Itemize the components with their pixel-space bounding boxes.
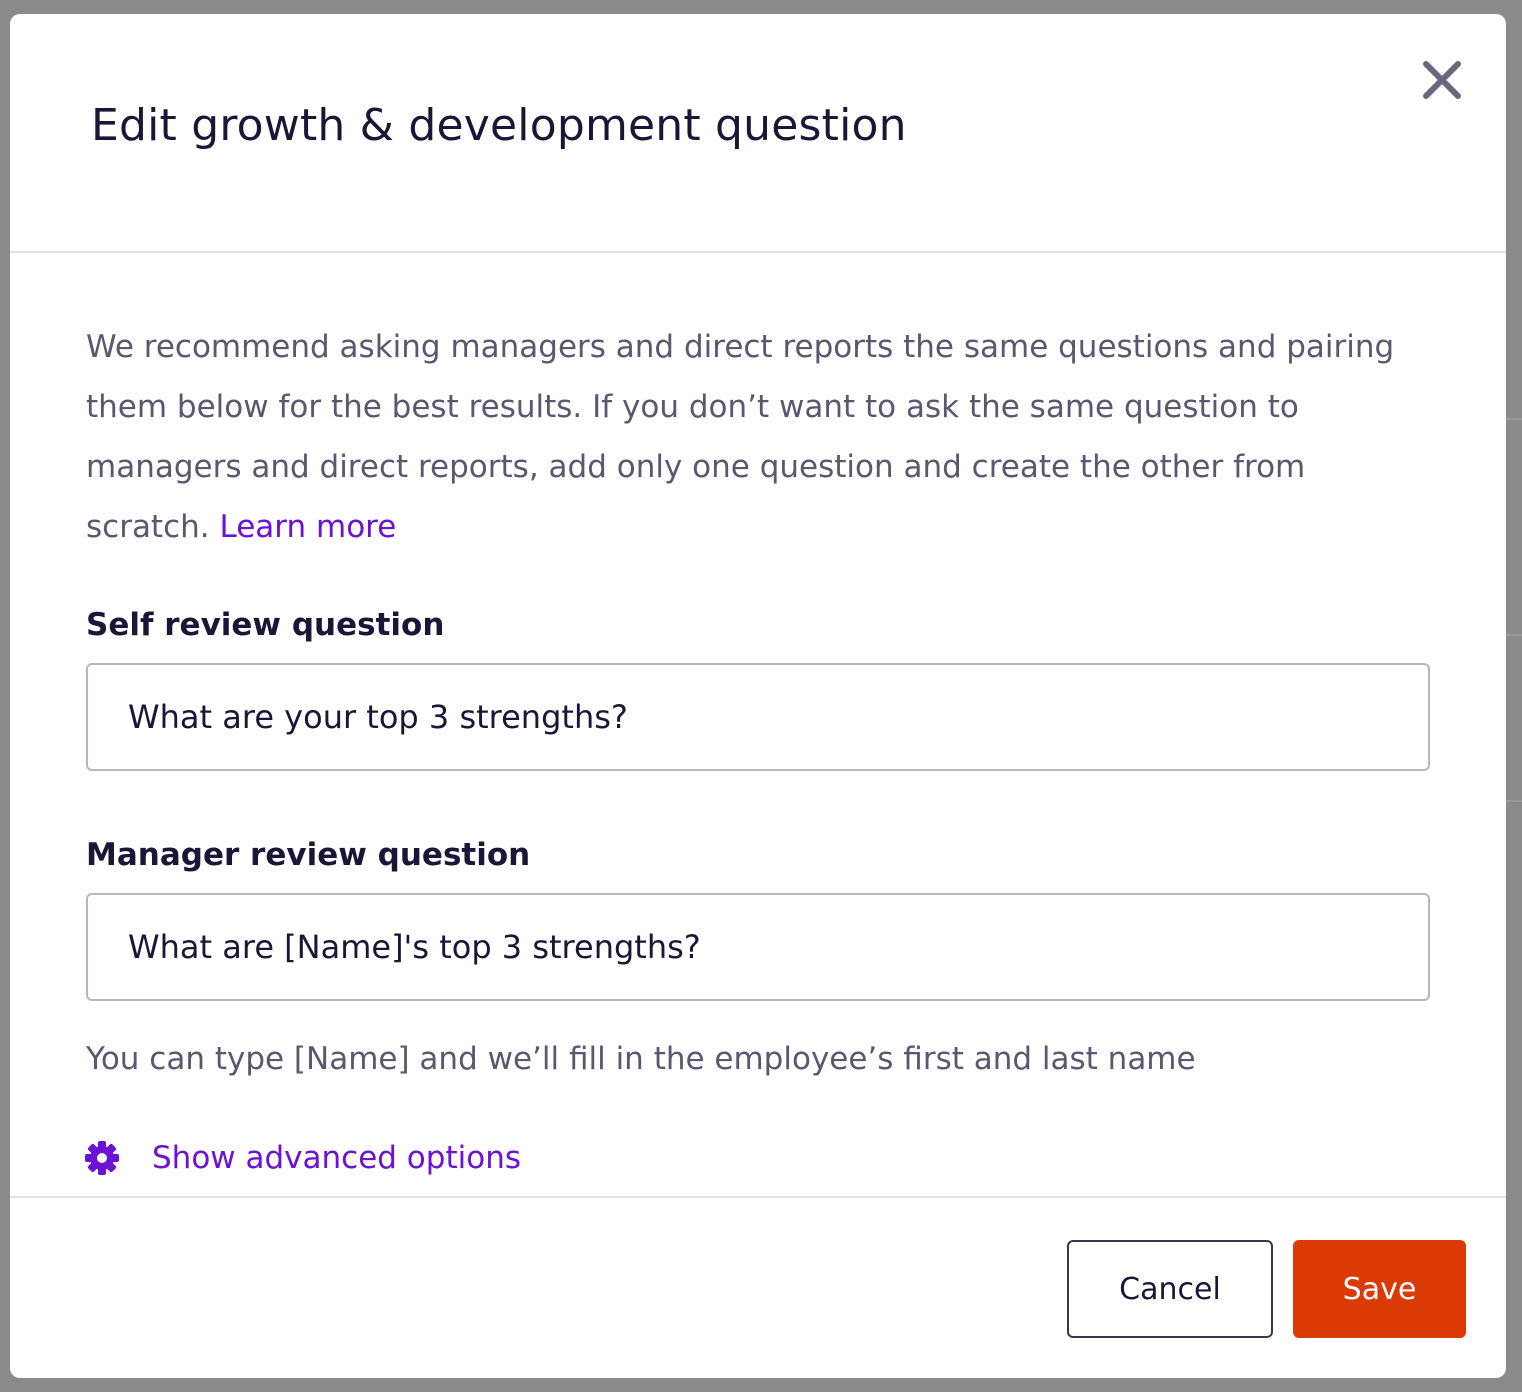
modal-body: We recommend asking managers and direct … <box>10 253 1506 1196</box>
close-button[interactable] <box>1420 58 1464 102</box>
modal-title: Edit growth & development question <box>91 100 907 151</box>
description: We recommend asking managers and direct … <box>86 317 1426 557</box>
close-icon <box>1423 61 1461 99</box>
gear-icon <box>85 1141 119 1175</box>
show-advanced-options[interactable]: Show advanced options <box>84 1133 521 1183</box>
manager-review-label: Manager review question <box>86 837 531 873</box>
cancel-button[interactable]: Cancel <box>1067 1240 1273 1338</box>
edit-question-modal: Edit growth & development question We re… <box>10 14 1506 1378</box>
advanced-options-label: Show advanced options <box>152 1140 521 1176</box>
save-button[interactable]: Save <box>1293 1240 1466 1338</box>
modal-header: Edit growth & development question <box>10 14 1506 253</box>
name-helper-text: You can type [Name] and we’ll fill in th… <box>86 1041 1196 1077</box>
modal-footer: Cancel Save <box>10 1196 1506 1378</box>
self-review-label: Self review question <box>86 607 445 643</box>
self-review-input[interactable] <box>86 663 1430 771</box>
background-divider <box>1506 634 1522 636</box>
background-divider <box>1506 800 1522 802</box>
manager-review-input[interactable] <box>86 893 1430 1001</box>
learn-more-link[interactable]: Learn more <box>220 509 397 545</box>
background-divider <box>1506 418 1522 420</box>
